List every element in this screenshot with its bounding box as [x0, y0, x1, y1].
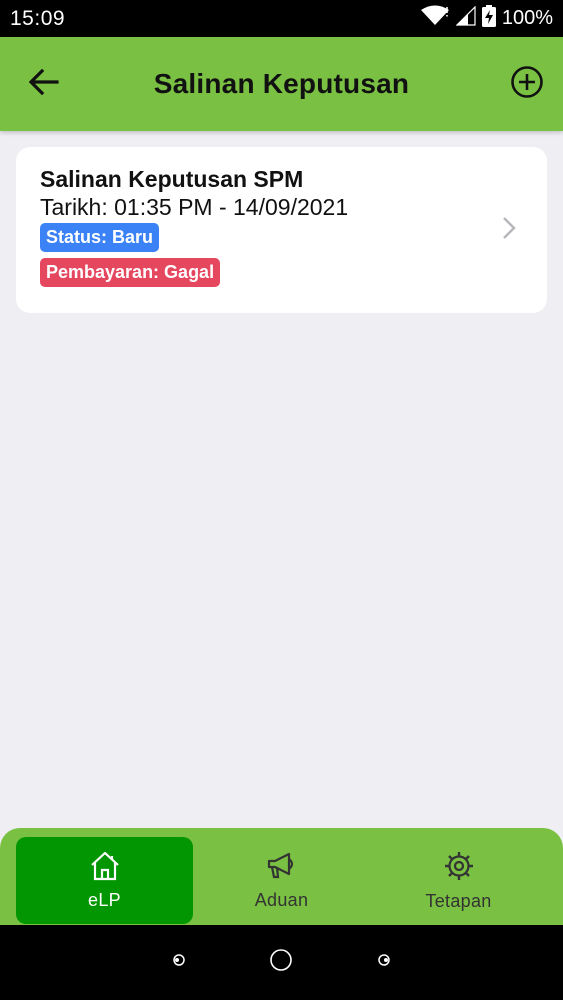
app-bar: Salinan Keputusan [0, 37, 563, 131]
chevron-right-icon [501, 215, 517, 246]
arrow-left-icon [28, 68, 59, 100]
status-badge: Status: Baru [40, 223, 160, 252]
payment-badge: Pembayaran: Gagal [40, 258, 221, 287]
system-nav-bar [0, 925, 563, 1000]
add-button[interactable] [507, 64, 547, 104]
nav-item-elp[interactable]: eLP [16, 837, 193, 924]
nav-label-tetapan: Tetapan [425, 890, 492, 911]
nav-label-aduan: Aduan [254, 889, 309, 910]
system-recents-button[interactable] [377, 953, 391, 972]
nav-item-tetapan[interactable]: Tetapan [370, 837, 547, 924]
battery-charging-icon [481, 5, 496, 32]
bottom-nav: eLP Aduan Tetapan [0, 828, 563, 925]
wifi-icon [420, 5, 450, 32]
plus-circle-icon [510, 65, 544, 104]
status-time: 15:09 [10, 6, 66, 30]
record-card[interactable]: Salinan Keputusan SPM Tarikh: 01:35 PM -… [16, 147, 547, 313]
gear-icon [443, 850, 475, 887]
back-button[interactable] [24, 64, 64, 104]
nav-item-aduan[interactable]: Aduan [193, 837, 370, 924]
system-back-button[interactable] [172, 953, 186, 972]
megaphone-icon [265, 851, 299, 886]
home-icon [88, 851, 122, 886]
record-list: Salinan Keputusan SPM Tarikh: 01:35 PM -… [0, 131, 563, 828]
record-date: Tarikh: 01:35 PM - 14/09/2021 [40, 194, 349, 220]
status-bar: 15:09 100% [0, 0, 563, 37]
system-home-button[interactable] [269, 948, 293, 977]
signal-icon [455, 5, 476, 31]
record-title: Salinan Keputusan SPM [40, 166, 304, 192]
battery-percentage: 100% [501, 7, 553, 29]
page-title: Salinan Keputusan [153, 68, 410, 99]
nav-label-elp: eLP [88, 889, 121, 910]
status-icons: 100% [420, 5, 553, 32]
